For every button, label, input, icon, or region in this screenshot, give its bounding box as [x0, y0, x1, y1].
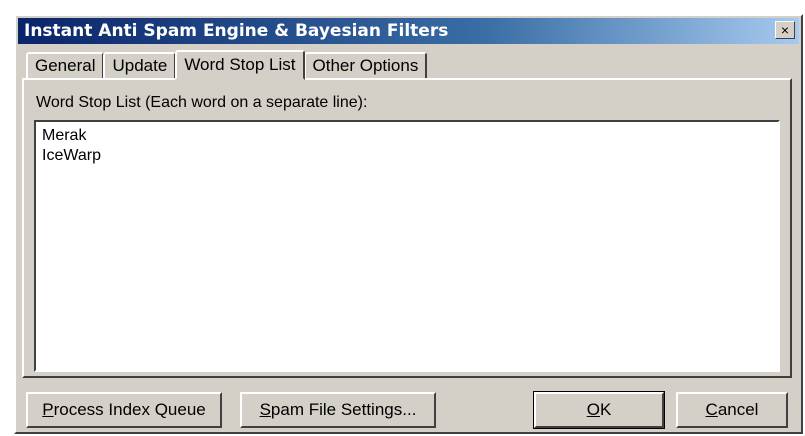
word-line: Merak: [42, 127, 87, 144]
word-stop-list-textarea[interactable]: Merak IceWarp: [34, 120, 780, 372]
word-line: IceWarp: [42, 147, 101, 164]
dialog-window: Instant Anti Spam Engine & Bayesian Filt…: [14, 14, 803, 434]
close-icon[interactable]: ×: [775, 21, 795, 39]
process-index-queue-button[interactable]: Process Index Queue: [26, 392, 222, 428]
tab-general[interactable]: General: [26, 52, 105, 78]
spam-file-settings-button[interactable]: Spam File Settings...: [240, 392, 436, 428]
title-bar[interactable]: Instant Anti Spam Engine & Bayesian Filt…: [18, 18, 799, 44]
tab-panel: Word Stop List (Each word on a separate …: [22, 78, 792, 378]
window-title: Instant Anti Spam Engine & Bayesian Filt…: [24, 21, 449, 41]
tab-other-options[interactable]: Other Options: [303, 52, 428, 78]
tab-strip: General Update Word Stop List Other Opti…: [26, 48, 428, 80]
ok-button[interactable]: OK: [533, 391, 665, 429]
tab-word-stop-list[interactable]: Word Stop List: [175, 50, 305, 80]
cancel-button[interactable]: Cancel: [676, 392, 788, 428]
tab-update[interactable]: Update: [103, 52, 177, 78]
word-stop-list-label: Word Stop List (Each word on a separate …: [36, 94, 368, 111]
